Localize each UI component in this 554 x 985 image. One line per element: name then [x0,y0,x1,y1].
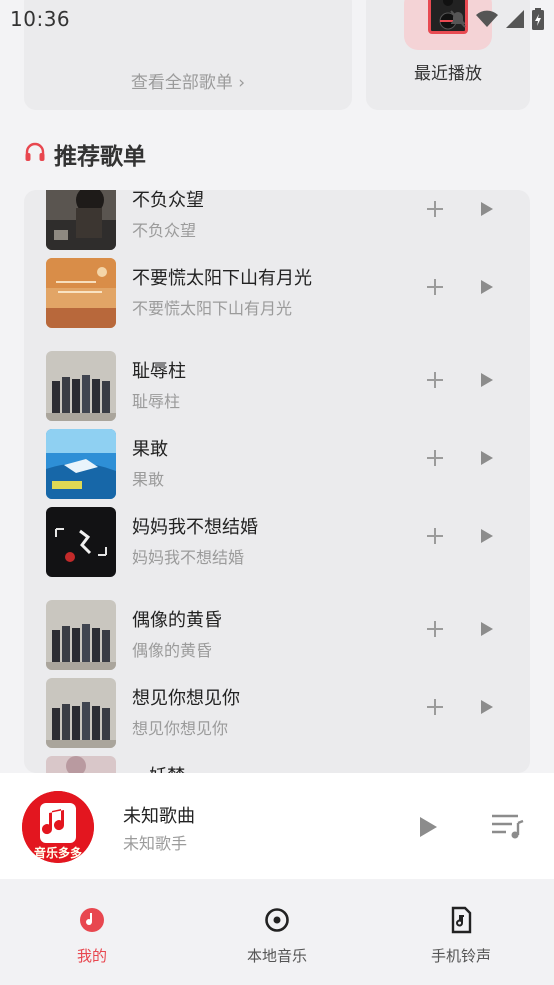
playlist-row[interactable]: 想见你想见你 想见你想见你 [46,678,516,748]
player-song-title: 未知歌曲 [123,806,195,827]
playlist-row[interactable]: 偶像的黄昏 偶像的黄昏 [46,600,516,670]
playlist-title: 不负众望 [132,190,204,211]
play-icon[interactable] [478,198,496,220]
tab-local-music[interactable]: 本地音乐 [217,905,337,966]
player-brand: 音乐多多 [33,846,82,860]
tab-mine[interactable]: 我的 [32,905,152,966]
playlist-cover [46,678,116,748]
play-icon[interactable] [478,696,496,718]
add-icon[interactable] [424,369,446,391]
headphones-icon [24,142,46,166]
tab-label: 本地音乐 [246,947,307,965]
recommended-playlists[interactable]: 不负众望 不负众望 不要慌太阳下山有月光 不要慌太阳下山有月光 耻辱柱 耻辱柱 … [24,190,530,773]
playlist-subtitle: 偶像的黄昏 [132,641,213,660]
playlist-cover [46,190,116,250]
playlist-title: 果敢 [132,439,168,460]
playlist-title: ...妖梦 [132,762,185,773]
music-file-icon [446,905,476,935]
playlist-subtitle: 妈妈我不想结婚 [132,548,245,567]
playlist-cover [46,429,116,499]
playlist-title: 想见你想见你 [132,688,240,709]
wifi-icon [476,10,498,32]
playlist-row[interactable]: 果敢 果敢 [46,429,516,499]
playlist-subtitle: 想见你想见你 [132,719,229,738]
bottom-nav: 我的 本地音乐 手机铃声 [0,879,554,985]
add-icon[interactable] [424,525,446,547]
player-album-art[interactable]: 音乐多多 [22,791,94,863]
play-icon[interactable] [478,525,496,547]
playlist-cover [46,351,116,421]
battery-icon [532,8,544,34]
add-icon[interactable] [424,447,446,469]
disc-icon [262,905,292,935]
notifications-off-icon [448,9,468,33]
playlist-row[interactable]: 耻辱柱 耻辱柱 [46,351,516,421]
add-icon[interactable] [424,618,446,640]
status-time: 10:36 [10,7,71,31]
player-play-icon[interactable] [416,813,440,841]
add-icon[interactable] [424,198,446,220]
recent-play-label: 最近播放 [414,64,482,84]
playlist-subtitle: 果敢 [132,470,165,489]
playlist-row[interactable]: 不要慌太阳下山有月光 不要慌太阳下山有月光 [46,258,516,328]
add-icon[interactable] [424,276,446,298]
playlist-cover [46,756,116,773]
playlist-row[interactable]: 妈妈我不想结婚 妈妈我不想结婚 [46,507,516,577]
playlist-title: 不要慌太阳下山有月光 [132,268,312,289]
play-icon[interactable] [478,447,496,469]
playlist-queue-icon[interactable] [490,811,526,841]
play-icon[interactable] [478,276,496,298]
playlist-title: 妈妈我不想结婚 [132,517,258,538]
signal-icon [506,10,524,32]
playlist-subtitle: 不要慌太阳下山有月光 [132,299,293,318]
playlist-row[interactable]: ...妖梦 [46,756,516,773]
add-icon[interactable] [424,696,446,718]
play-icon[interactable] [478,369,496,391]
player-artist: 未知歌手 [123,834,188,853]
tab-label: 手机铃声 [430,947,491,965]
view-all-playlists-link[interactable]: 查看全部歌单 › [24,68,352,93]
mini-player[interactable]: 音乐多多 未知歌曲 未知歌手 [0,773,554,879]
playlist-subtitle: 不负众望 [132,221,197,240]
status-icons [448,8,544,34]
tab-label: 我的 [76,947,107,965]
section-title: 推荐歌单 [54,144,146,170]
playlist-title: 偶像的黄昏 [132,610,222,631]
tab-ringtones[interactable]: 手机铃声 [401,905,521,966]
music-disc-icon [77,905,107,935]
playlist-cover [46,258,116,328]
playlist-title: 耻辱柱 [132,361,186,382]
play-icon[interactable] [478,618,496,640]
playlist-row[interactable]: 不负众望 不负众望 [46,190,516,250]
playlist-subtitle: 耻辱柱 [132,392,181,411]
playlist-cover [46,507,116,577]
playlist-cover [46,600,116,670]
status-bar: 10:36 [0,0,554,40]
section-header: 推荐歌单 [24,137,146,171]
